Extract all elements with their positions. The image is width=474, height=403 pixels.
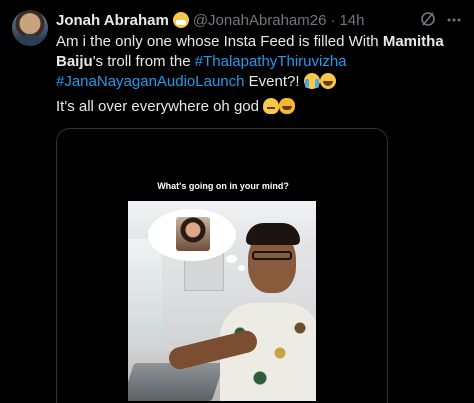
tweet-text-part1: Am i the only one whose Insta Feed is fi… <box>56 33 383 50</box>
grok-icon[interactable] <box>420 11 436 27</box>
crying-face-emoji-icon <box>303 73 320 89</box>
thought-bubble-dot-small <box>238 265 245 271</box>
tweet[interactable]: Jonah Abraham @JonahAbraham26 · 14h Am i… <box>0 0 474 403</box>
display-name[interactable]: Jonah Abraham <box>56 12 169 29</box>
video-caption: What's going on in your mind? <box>157 181 289 191</box>
office-window <box>128 239 162 349</box>
tears-of-joy-emoji-icon <box>319 73 336 89</box>
tweet-text: Am i the only one whose Insta Feed is fi… <box>56 32 466 92</box>
glasses <box>252 251 292 260</box>
video-media[interactable]: What's going on in your mind? <box>56 128 388 403</box>
hashtag-thalapathy[interactable]: #ThalapathyThiruvizha <box>195 53 347 70</box>
grinning-cat-emoji-icon <box>279 98 296 114</box>
thought-bubble-dot <box>226 255 237 263</box>
tweet-text-part2: 's troll from the <box>92 53 195 70</box>
more-options-icon[interactable] <box>446 12 462 28</box>
separator-dot: · <box>330 11 336 29</box>
video-frame[interactable] <box>128 201 316 401</box>
person-hair <box>246 223 300 245</box>
hashtag-jananayagan[interactable]: #JanaNayaganAudioLaunch <box>56 73 245 90</box>
face-with-mask-emoji-icon <box>172 12 189 28</box>
tweet-header: Jonah Abraham @JonahAbraham26 · 14h <box>56 10 462 30</box>
user-handle[interactable]: @JonahAbraham26 <box>193 12 327 29</box>
tweet-text-line2: It's all over everywhere oh god <box>56 97 296 117</box>
melting-face-emoji-icon <box>263 98 280 114</box>
tweet-text-part3: Event?! <box>248 73 300 90</box>
avatar[interactable] <box>12 10 48 46</box>
timestamp[interactable]: 14h <box>339 12 364 29</box>
avatar-shirt <box>19 34 41 46</box>
tweet-line2-text: It's all over everywhere oh god <box>56 98 259 115</box>
thought-bubble-image <box>176 217 210 251</box>
